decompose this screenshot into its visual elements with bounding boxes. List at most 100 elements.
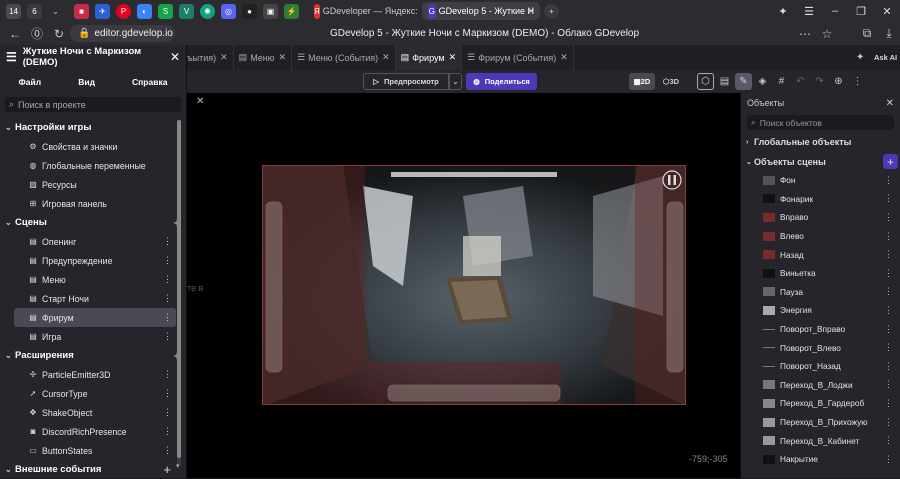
object-item[interactable]: Поворот_Вправо ⋮ <box>741 320 900 339</box>
section-external-events[interactable]: ⌄ Внешние события + <box>0 460 186 479</box>
game-viewport[interactable] <box>262 165 686 405</box>
object-icon[interactable]: ⬡ <box>697 73 714 90</box>
url-field[interactable]: 🔒 editor.gdevelop.io <box>70 25 175 42</box>
more-icon[interactable]: ⋮ <box>884 398 893 409</box>
menu-file[interactable]: Файл <box>19 77 42 87</box>
scene-item[interactable]: ▤ Старт Ночи ⋮ <box>0 289 176 308</box>
add-object-icon[interactable]: + <box>883 154 898 169</box>
object-item[interactable]: Назад ⋮ <box>741 245 900 264</box>
more-icon[interactable]: ⋮ <box>163 236 172 247</box>
item-global-variables[interactable]: ◍ Глобальные переменные <box>0 156 176 175</box>
maximize-icon[interactable]: ❐ <box>848 0 874 22</box>
more-icon[interactable]: ⋮ <box>884 379 893 390</box>
github-icon[interactable]: ● <box>242 3 257 19</box>
extension-item[interactable]: ✥ ShakeObject ⋮ <box>0 403 176 422</box>
object-item[interactable]: Фон ⋮ <box>741 171 900 190</box>
object-item[interactable]: Переход_В_Гардероб ⋮ <box>741 394 900 413</box>
scene-item[interactable]: ▤ Предупреждение ⋮ <box>0 251 176 270</box>
share-icon[interactable]: ⋯ <box>794 27 816 41</box>
add-external-events-icon[interactable]: + <box>163 462 171 477</box>
more-icon[interactable]: ⋮ <box>884 342 893 353</box>
mode-2d-button[interactable]: ▦ 2D <box>629 73 655 90</box>
extension-icon[interactable]: ✦ <box>770 0 796 22</box>
menu-help[interactable]: Справка <box>132 77 167 87</box>
scene-item[interactable]: ▤ Меню ⋮ <box>0 270 176 289</box>
extension-item[interactable]: ✢ ParticleEmitter3D ⋮ <box>0 365 176 384</box>
item-resources[interactable]: ▨ Ресурсы <box>0 175 176 194</box>
object-item[interactable]: Переход_В_Кабинет ⋮ <box>741 431 900 450</box>
close-icon[interactable]: ✕ <box>886 98 894 109</box>
bookmark-icon[interactable]: ☆ <box>816 27 838 41</box>
ai-icon[interactable]: ✦ <box>856 52 864 63</box>
scene-item-selected[interactable]: ▤ Фрирум ⋮ <box>14 308 176 327</box>
object-item[interactable]: Поворот_Влево ⋮ <box>741 338 900 357</box>
pinned-tab-icon[interactable]: S <box>158 3 173 19</box>
reload-icon[interactable]: ↻ <box>48 27 70 41</box>
pinterest-icon[interactable]: P <box>116 3 131 19</box>
more-icon[interactable]: ⋮ <box>163 388 172 399</box>
pinned-tab-icon[interactable]: ◎ <box>221 3 236 19</box>
more-icon[interactable]: ⋮ <box>884 305 893 316</box>
pinned-tab-icon[interactable]: ✈ <box>95 3 110 19</box>
item-game-dashboard[interactable]: ⊞ Игровая панель <box>0 194 176 213</box>
close-icon[interactable]: ✕ <box>220 52 228 63</box>
scene-objects-folder[interactable]: ⌄ Объекты сцены + <box>741 152 900 171</box>
pinned-tab-icon[interactable]: ✺ <box>200 3 215 19</box>
browser-tab[interactable]: Я GDeveloper — Яндекс: на <box>308 2 418 20</box>
more-icon[interactable]: ⋮ <box>884 454 893 465</box>
extension-item[interactable]: ➚ CursorType ⋮ <box>0 384 176 403</box>
more-icon[interactable]: ⋮ <box>163 312 172 323</box>
preview-options-icon[interactable]: ⌄ <box>449 73 462 90</box>
close-icon[interactable]: ✕ <box>449 52 457 63</box>
properties-icon[interactable]: ▤ <box>716 73 733 90</box>
extension-item[interactable]: ◙ DiscordRichPresence ⋮ <box>0 422 176 441</box>
mode-3d-button[interactable]: ⬡ 3D <box>658 73 684 90</box>
more-icon[interactable]: ⋮ <box>849 73 866 90</box>
more-icon[interactable]: ⋮ <box>163 426 172 437</box>
grid-icon[interactable]: # <box>773 73 790 90</box>
more-icon[interactable]: ⋮ <box>163 293 172 304</box>
more-icon[interactable]: ⋮ <box>884 417 893 428</box>
edit-icon[interactable]: ✎ <box>735 73 752 90</box>
more-icon[interactable]: ⋮ <box>163 274 172 285</box>
close-window-icon[interactable]: ✕ <box>874 0 900 22</box>
object-item[interactable]: Вправо ⋮ <box>741 208 900 227</box>
more-icon[interactable]: ⋮ <box>884 249 893 260</box>
minimize-icon[interactable]: – <box>822 0 848 22</box>
item-properties[interactable]: ⚙ Свойства и значки <box>0 137 176 156</box>
close-icon[interactable]: ✕ <box>196 96 204 107</box>
tab-menu-events[interactable]: ☰ Меню (События) ✕ <box>292 45 396 70</box>
browser-tab-active[interactable]: G GDevelop 5 - Жуткие Н ✕ <box>422 2 540 20</box>
hamburger-icon[interactable]: ☰ <box>6 50 17 64</box>
more-icon[interactable]: ⋮ <box>884 435 893 446</box>
object-item[interactable]: Поворот_Назад ⋮ <box>741 357 900 376</box>
pinned-tab-icon[interactable]: V <box>179 3 194 19</box>
more-icon[interactable]: ⋮ <box>884 286 893 297</box>
object-item[interactable]: Фонарик ⋮ <box>741 190 900 209</box>
pinned-tab-icon[interactable]: ◐ <box>137 3 152 19</box>
chevron-down-icon[interactable]: ⌄ <box>48 4 63 19</box>
more-icon[interactable]: ⋮ <box>163 445 172 456</box>
tabs-menu-icon[interactable]: ☰ <box>796 0 822 22</box>
downloads-icon[interactable]: ⤓ <box>878 26 900 41</box>
layers-icon[interactable]: ◈ <box>754 73 771 90</box>
close-tab-icon[interactable]: ✕ <box>527 6 535 17</box>
close-icon[interactable]: ✕ <box>279 52 287 63</box>
preview-button[interactable]: ▷ Предпросмотр <box>363 73 449 90</box>
object-item[interactable]: Пауза ⋮ <box>741 283 900 302</box>
object-item[interactable]: Виньетка ⋮ <box>741 264 900 283</box>
more-icon[interactable]: ⋮ <box>163 331 172 342</box>
ask-ai-label[interactable]: Ask AI <box>874 53 897 62</box>
new-tab-icon[interactable]: + <box>544 3 559 19</box>
undo-icon[interactable]: ↶ <box>792 73 809 90</box>
global-objects-folder[interactable]: › Глобальные объекты <box>741 132 900 152</box>
more-icon[interactable]: ⋮ <box>163 255 172 266</box>
tab-freeroom-events[interactable]: ☰ Фрирум (События) ✕ <box>462 45 574 70</box>
more-icon[interactable]: ⋮ <box>884 175 893 186</box>
redo-icon[interactable]: ↷ <box>811 73 828 90</box>
scene-item[interactable]: ▤ Игра ⋮ <box>0 327 176 346</box>
more-icon[interactable]: ⋮ <box>884 193 893 204</box>
object-item[interactable]: Энергия ⋮ <box>741 301 900 320</box>
section-extensions[interactable]: ⌄Расширения+ <box>0 346 186 365</box>
zoom-icon[interactable]: ⊕ <box>830 73 847 90</box>
